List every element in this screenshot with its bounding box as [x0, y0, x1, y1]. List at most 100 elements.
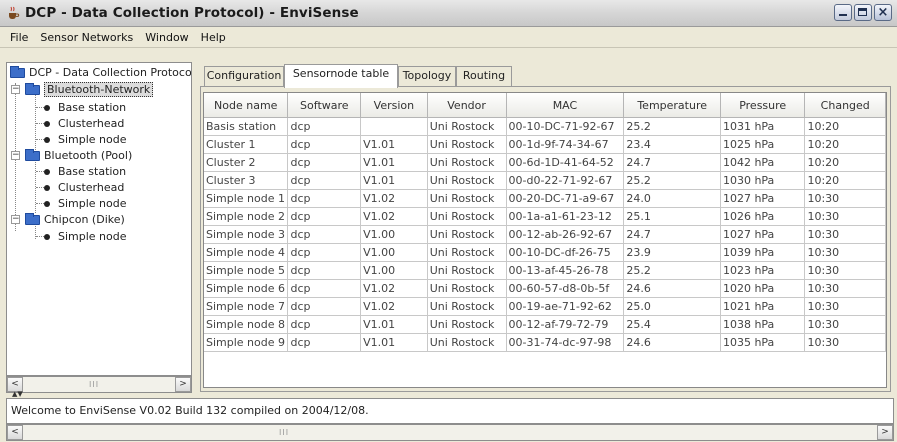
- tree-node-label: Base station: [58, 101, 127, 114]
- menu-file[interactable]: File: [4, 31, 34, 44]
- tab-configuration[interactable]: Configuration: [204, 66, 284, 86]
- cell-vendor: Uni Rostock: [426, 333, 507, 352]
- tree-root[interactable]: DCP - Data Collection Protocol: [10, 65, 192, 80]
- menu-sensor-networks[interactable]: Sensor Networks: [34, 31, 139, 44]
- column-header-version[interactable]: Version: [360, 93, 428, 118]
- cell-temperature: 25.4: [623, 315, 721, 334]
- maximize-icon: [858, 8, 867, 16]
- cell-changed: 10:20: [804, 135, 886, 154]
- table-row[interactable]: Simple node 1 dcp V1.02 Uni Rostock 00-20-DC…: [204, 189, 886, 208]
- cell-software: dcp: [287, 207, 362, 226]
- cell-software: dcp: [287, 135, 362, 154]
- cell-mac: 00-12-af-79-72-79: [505, 315, 625, 334]
- tree-node-base-station[interactable]: Base station: [44, 164, 126, 179]
- table-row[interactable]: Basis station dcp Uni Rostock 00-10-DC-71-9…: [204, 117, 886, 136]
- tab-routing[interactable]: Routing: [456, 66, 512, 86]
- scroll-right-button[interactable]: >: [175, 377, 191, 392]
- cell-changed: 10:20: [804, 117, 886, 136]
- collapse-icon[interactable]: −: [11, 85, 20, 94]
- tab-topology[interactable]: Topology: [398, 66, 456, 86]
- menu-window[interactable]: Window: [139, 31, 194, 44]
- table-row[interactable]: Simple node 9 dcp V1.01 Uni Rostock 00-31-74…: [204, 333, 886, 352]
- cell-version: V1.01: [360, 153, 428, 172]
- sensornode-table[interactable]: Node name Software Version Vendor MAC Te…: [203, 92, 887, 388]
- tree-node-label: Clusterhead: [58, 181, 125, 194]
- chevron-left-icon: <: [11, 379, 19, 389]
- table-row[interactable]: Simple node 3 dcp V1.00 Uni Rostock 00-12-ab…: [204, 225, 886, 244]
- tree-network-chipcon[interactable]: Chipcon (Dike): [25, 212, 125, 227]
- table-header-row: Node name Software Version Vendor MAC Te…: [204, 93, 886, 118]
- cell-mac: 00-6d-1D-41-64-52: [505, 153, 625, 172]
- column-header-pressure[interactable]: Pressure: [719, 93, 806, 118]
- tree-node-simple-node[interactable]: Simple node: [44, 196, 127, 211]
- table-row[interactable]: Simple node 4 dcp V1.00 Uni Rostock 00-10-DC…: [204, 243, 886, 262]
- tab-sensornode-table[interactable]: Sensornode table: [284, 64, 398, 88]
- menu-help[interactable]: Help: [195, 31, 232, 44]
- cell-temperature: 25.1: [623, 207, 721, 226]
- menu-bar: File Sensor Networks Window Help: [0, 28, 897, 48]
- table-row[interactable]: Cluster 3 dcp V1.01 Uni Rostock 00-d0-22-71-…: [204, 171, 886, 190]
- tree-node-simple-node[interactable]: Simple node: [44, 132, 127, 147]
- tree-node-label: Base station: [58, 165, 127, 178]
- cell-version: [360, 117, 428, 136]
- cell-temperature: 25.2: [623, 261, 721, 280]
- column-header-software[interactable]: Software: [287, 93, 362, 118]
- table-row[interactable]: Cluster 1 dcp V1.01 Uni Rostock 00-1d-9f-74-…: [204, 135, 886, 154]
- cell-software: dcp: [287, 315, 362, 334]
- cell-software: dcp: [287, 225, 362, 244]
- status-horizontal-scrollbar[interactable]: < III >: [6, 424, 894, 441]
- folder-icon: [25, 212, 40, 225]
- cell-pressure: 1038 hPa: [719, 315, 806, 334]
- tree-network-bluetooth-pool[interactable]: Bluetooth (Pool): [25, 148, 132, 163]
- column-header-temperature[interactable]: Temperature: [623, 93, 721, 118]
- cell-software: dcp: [287, 297, 362, 316]
- column-header-changed[interactable]: Changed: [804, 93, 886, 118]
- column-header-node-name[interactable]: Node name: [204, 93, 289, 118]
- tree-node-simple-node[interactable]: Simple node: [44, 229, 127, 244]
- collapse-icon[interactable]: −: [11, 215, 20, 224]
- cell-node-name: Cluster 3: [204, 171, 289, 190]
- tree-network-bluetooth[interactable]: Bluetooth-Network: [25, 82, 154, 97]
- minimize-icon: [839, 14, 847, 16]
- scroll-right-button[interactable]: >: [877, 425, 893, 440]
- minimize-button[interactable]: [834, 4, 852, 21]
- java-cup-icon: [9, 6, 20, 19]
- cell-temperature: 24.6: [623, 279, 721, 298]
- scroll-left-button[interactable]: <: [7, 425, 23, 440]
- node-bullet-icon: [44, 120, 50, 127]
- cell-software: dcp: [287, 243, 362, 262]
- tree-node-base-station[interactable]: Base station: [44, 100, 126, 115]
- cell-temperature: 25.0: [623, 297, 721, 316]
- cell-vendor: Uni Rostock: [426, 279, 507, 298]
- column-header-vendor[interactable]: Vendor: [426, 93, 507, 118]
- table-row[interactable]: Simple node 2 dcp V1.02 Uni Rostock 00-1a-a1…: [204, 207, 886, 226]
- tree-horizontal-scrollbar[interactable]: < III >: [6, 376, 192, 393]
- table-row[interactable]: Simple node 7 dcp V1.02 Uni Rostock 00-19-ae…: [204, 297, 886, 316]
- tree-node-clusterhead[interactable]: Clusterhead: [44, 180, 124, 195]
- table-row[interactable]: Simple node 5 dcp V1.00 Uni Rostock 00-13-af…: [204, 261, 886, 280]
- network-tree[interactable]: DCP - Data Collection Protocol − Bluetoo…: [6, 62, 192, 376]
- cell-vendor: Uni Rostock: [426, 207, 507, 226]
- tree-root-label: DCP - Data Collection Protocol: [29, 66, 192, 79]
- cell-node-name: Simple node 4: [204, 243, 289, 262]
- close-button[interactable]: ×: [874, 4, 892, 21]
- chevron-right-icon: >: [881, 427, 889, 437]
- column-header-mac[interactable]: MAC: [505, 93, 625, 118]
- cell-software: dcp: [287, 261, 362, 280]
- cell-node-name: Simple node 8: [204, 315, 289, 334]
- collapse-icon[interactable]: −: [11, 151, 20, 160]
- table-row[interactable]: Simple node 6 dcp V1.02 Uni Rostock 00-60-57…: [204, 279, 886, 298]
- cell-vendor: Uni Rostock: [426, 261, 507, 280]
- title-bar[interactable]: DCP - Data Collection Protocol) - EnviSe…: [0, 0, 897, 27]
- maximize-button[interactable]: [854, 4, 872, 21]
- chevron-left-icon: <: [11, 427, 19, 437]
- cell-version: V1.02: [360, 297, 428, 316]
- window-title: DCP - Data Collection Protocol) - EnviSe…: [25, 5, 359, 21]
- tree-node-clusterhead[interactable]: Clusterhead: [44, 116, 124, 131]
- table-row[interactable]: Cluster 2 dcp V1.01 Uni Rostock 00-6d-1D-41-…: [204, 153, 886, 172]
- table-row[interactable]: Simple node 8 dcp V1.01 Uni Rostock 00-12-af…: [204, 315, 886, 334]
- splitter-handle-icon[interactable]: ▲▼: [12, 391, 23, 398]
- cell-vendor: Uni Rostock: [426, 171, 507, 190]
- cell-pressure: 1020 hPa: [719, 279, 806, 298]
- node-bullet-icon: [44, 168, 50, 175]
